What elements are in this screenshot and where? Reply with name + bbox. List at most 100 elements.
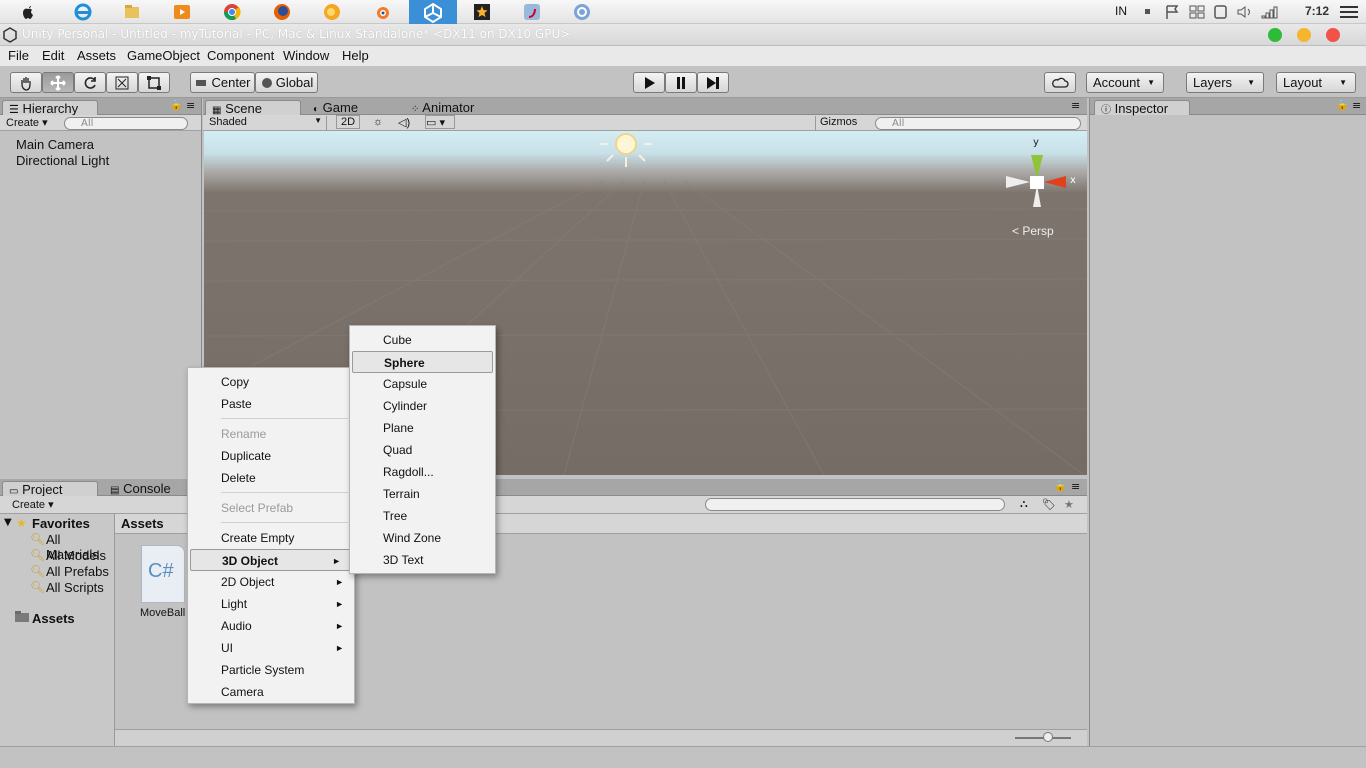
pivot-center-button[interactable]: Center (190, 72, 255, 93)
submenu-item-plane[interactable]: Plane (350, 417, 495, 439)
pivot-global-button[interactable]: Global (255, 72, 318, 93)
hand-tool-button[interactable] (10, 72, 42, 93)
maximize-button[interactable] (1268, 28, 1282, 42)
slider-handle[interactable] (1043, 732, 1053, 742)
tab-game[interactable]: ◐ Game (307, 100, 364, 115)
menu-item-copy[interactable]: Copy (188, 371, 354, 393)
tab-console[interactable]: ▤ Console (104, 481, 177, 496)
flash-icon[interactable] (522, 2, 542, 22)
lock-icon[interactable]: 🔒 (1054, 481, 1066, 492)
scale-tool-button[interactable] (106, 72, 138, 93)
folder-icon[interactable] (122, 2, 142, 22)
submenu-item-capsule[interactable]: Capsule (350, 373, 495, 395)
shading-mode-dropdown[interactable]: Shaded ▼ (209, 116, 327, 130)
minimize-button[interactable] (1297, 28, 1311, 42)
project-create-button[interactable]: Create ▾ (12, 498, 54, 511)
submenu-item-cube[interactable]: Cube (350, 329, 495, 351)
menu-assets[interactable]: Assets (77, 48, 116, 63)
lock-icon[interactable]: 🔒 (1336, 100, 1348, 111)
favorite-star-icon[interactable]: ★ (1064, 498, 1074, 511)
volume-icon[interactable] (1236, 4, 1254, 20)
submenu-item-ragdoll[interactable]: Ragdoll... (350, 461, 495, 483)
menu-item-audio[interactable]: Audio ► (188, 615, 354, 637)
hierarchy-item-main-camera[interactable]: Main Camera (16, 137, 94, 152)
menu-item-light[interactable]: Light ► (188, 593, 354, 615)
media-icon[interactable] (172, 2, 192, 22)
menu-item-delete[interactable]: Delete (188, 467, 354, 489)
chrome-icon[interactable] (222, 2, 242, 22)
moveball-script-asset[interactable]: C# (141, 545, 185, 603)
favorites-header[interactable]: Favorites (32, 516, 90, 531)
lighting-toggle-icon[interactable]: ☼ (373, 116, 383, 128)
menu-edit[interactable]: Edit (42, 48, 64, 63)
menu-item-3d-object[interactable]: 3D Object ► (190, 549, 352, 571)
tab-scene[interactable]: ▦ Scene (205, 100, 301, 116)
input-language[interactable]: IN (1115, 4, 1127, 18)
play-button[interactable] (633, 72, 665, 93)
persp-label[interactable]: < Persp (1012, 224, 1054, 238)
assets-breadcrumb[interactable]: Assets (121, 516, 164, 531)
menu-item-duplicate[interactable]: Duplicate (188, 445, 354, 467)
submenu-item-sphere[interactable]: Sphere (352, 351, 493, 373)
rotate-tool-button[interactable] (74, 72, 106, 93)
submenu-item-terrain[interactable]: Terrain (350, 483, 495, 505)
movie-icon[interactable] (472, 2, 492, 22)
apple-icon[interactable] (18, 2, 38, 22)
audio-toggle-icon[interactable]: ◁) (398, 116, 410, 129)
unity-taskbar-active[interactable] (409, 0, 457, 24)
device-icon[interactable] (1212, 4, 1230, 20)
firefox-icon[interactable] (272, 2, 292, 22)
menu-item-paste[interactable]: Paste (188, 393, 354, 415)
menu-component[interactable]: Component (207, 48, 274, 63)
tab-project[interactable]: ▭ Project (2, 481, 98, 497)
rect-tool-button[interactable] (138, 72, 170, 93)
menu-item-create-empty[interactable]: Create Empty (188, 527, 354, 549)
hierarchy-item-directional-light[interactable]: Directional Light (16, 153, 109, 168)
submenu-item-quad[interactable]: Quad (350, 439, 495, 461)
tab-animator[interactable]: ⁘ Animator (405, 100, 480, 115)
favorite-all-prefabs[interactable]: All Prefabs (46, 564, 109, 579)
submenu-item-3d-text[interactable]: 3D Text (350, 549, 495, 571)
hamburger-menu-icon[interactable] (1338, 4, 1360, 20)
blender-icon[interactable] (372, 2, 392, 22)
scene-search-input[interactable]: All (875, 117, 1081, 130)
panel-menu-icon[interactable]: ≡ (1352, 99, 1361, 112)
windows-icon[interactable] (1188, 4, 1206, 20)
panel-menu-icon[interactable]: ≡ (1071, 99, 1080, 112)
scene-orientation-gizmo[interactable] (1004, 139, 1080, 211)
menu-item-ui[interactable]: UI ► (188, 637, 354, 659)
filter-by-type-icon[interactable]: ⛬ (1020, 498, 1028, 511)
layout-dropdown[interactable]: Layout ▼ (1276, 72, 1356, 93)
cloud-button[interactable] (1044, 72, 1076, 93)
move-tool-button[interactable] (42, 72, 74, 93)
submenu-item-cylinder[interactable]: Cylinder (350, 395, 495, 417)
menu-help[interactable]: Help (342, 48, 369, 63)
hierarchy-search-input[interactable]: All (64, 117, 188, 130)
favorite-all-scripts[interactable]: All Scripts (46, 580, 104, 595)
assets-folder[interactable]: Assets (32, 611, 75, 626)
tab-hierarchy[interactable]: ☰ Hierarchy (2, 100, 98, 116)
menu-item-particle-system[interactable]: Particle System (188, 659, 354, 681)
signal-icon[interactable] (1260, 4, 1278, 20)
sun-light-icon[interactable] (598, 131, 654, 171)
favorite-all-models[interactable]: All Models (46, 548, 106, 563)
menu-item-2d-object[interactable]: 2D Object ► (188, 571, 354, 593)
clock[interactable]: 7:12 (1305, 4, 1329, 18)
menu-file[interactable]: File (8, 48, 29, 63)
layers-dropdown[interactable]: Layers ▼ (1186, 72, 1264, 93)
2d-toggle-button[interactable]: 2D (336, 115, 360, 129)
project-search-input[interactable] (705, 498, 1005, 511)
menu-window[interactable]: Window (283, 48, 329, 63)
effects-toggle-icon[interactable]: ▭ ▾ (425, 115, 455, 129)
menu-item-camera[interactable]: Camera (188, 681, 354, 703)
account-dropdown[interactable]: Account ▼ (1086, 72, 1164, 93)
hierarchy-create-button[interactable]: Create ▾ (6, 116, 48, 129)
ie-icon[interactable] (73, 2, 93, 22)
tab-inspector[interactable]: ⓘ Inspector (1094, 100, 1190, 116)
browser-icon[interactable] (572, 2, 592, 22)
menu-gameobject[interactable]: GameObject (127, 48, 200, 63)
lock-icon[interactable]: 🔒 (170, 100, 182, 111)
pause-button[interactable] (665, 72, 697, 93)
flag-icon[interactable] (1164, 4, 1182, 20)
close-button[interactable] (1326, 28, 1340, 42)
